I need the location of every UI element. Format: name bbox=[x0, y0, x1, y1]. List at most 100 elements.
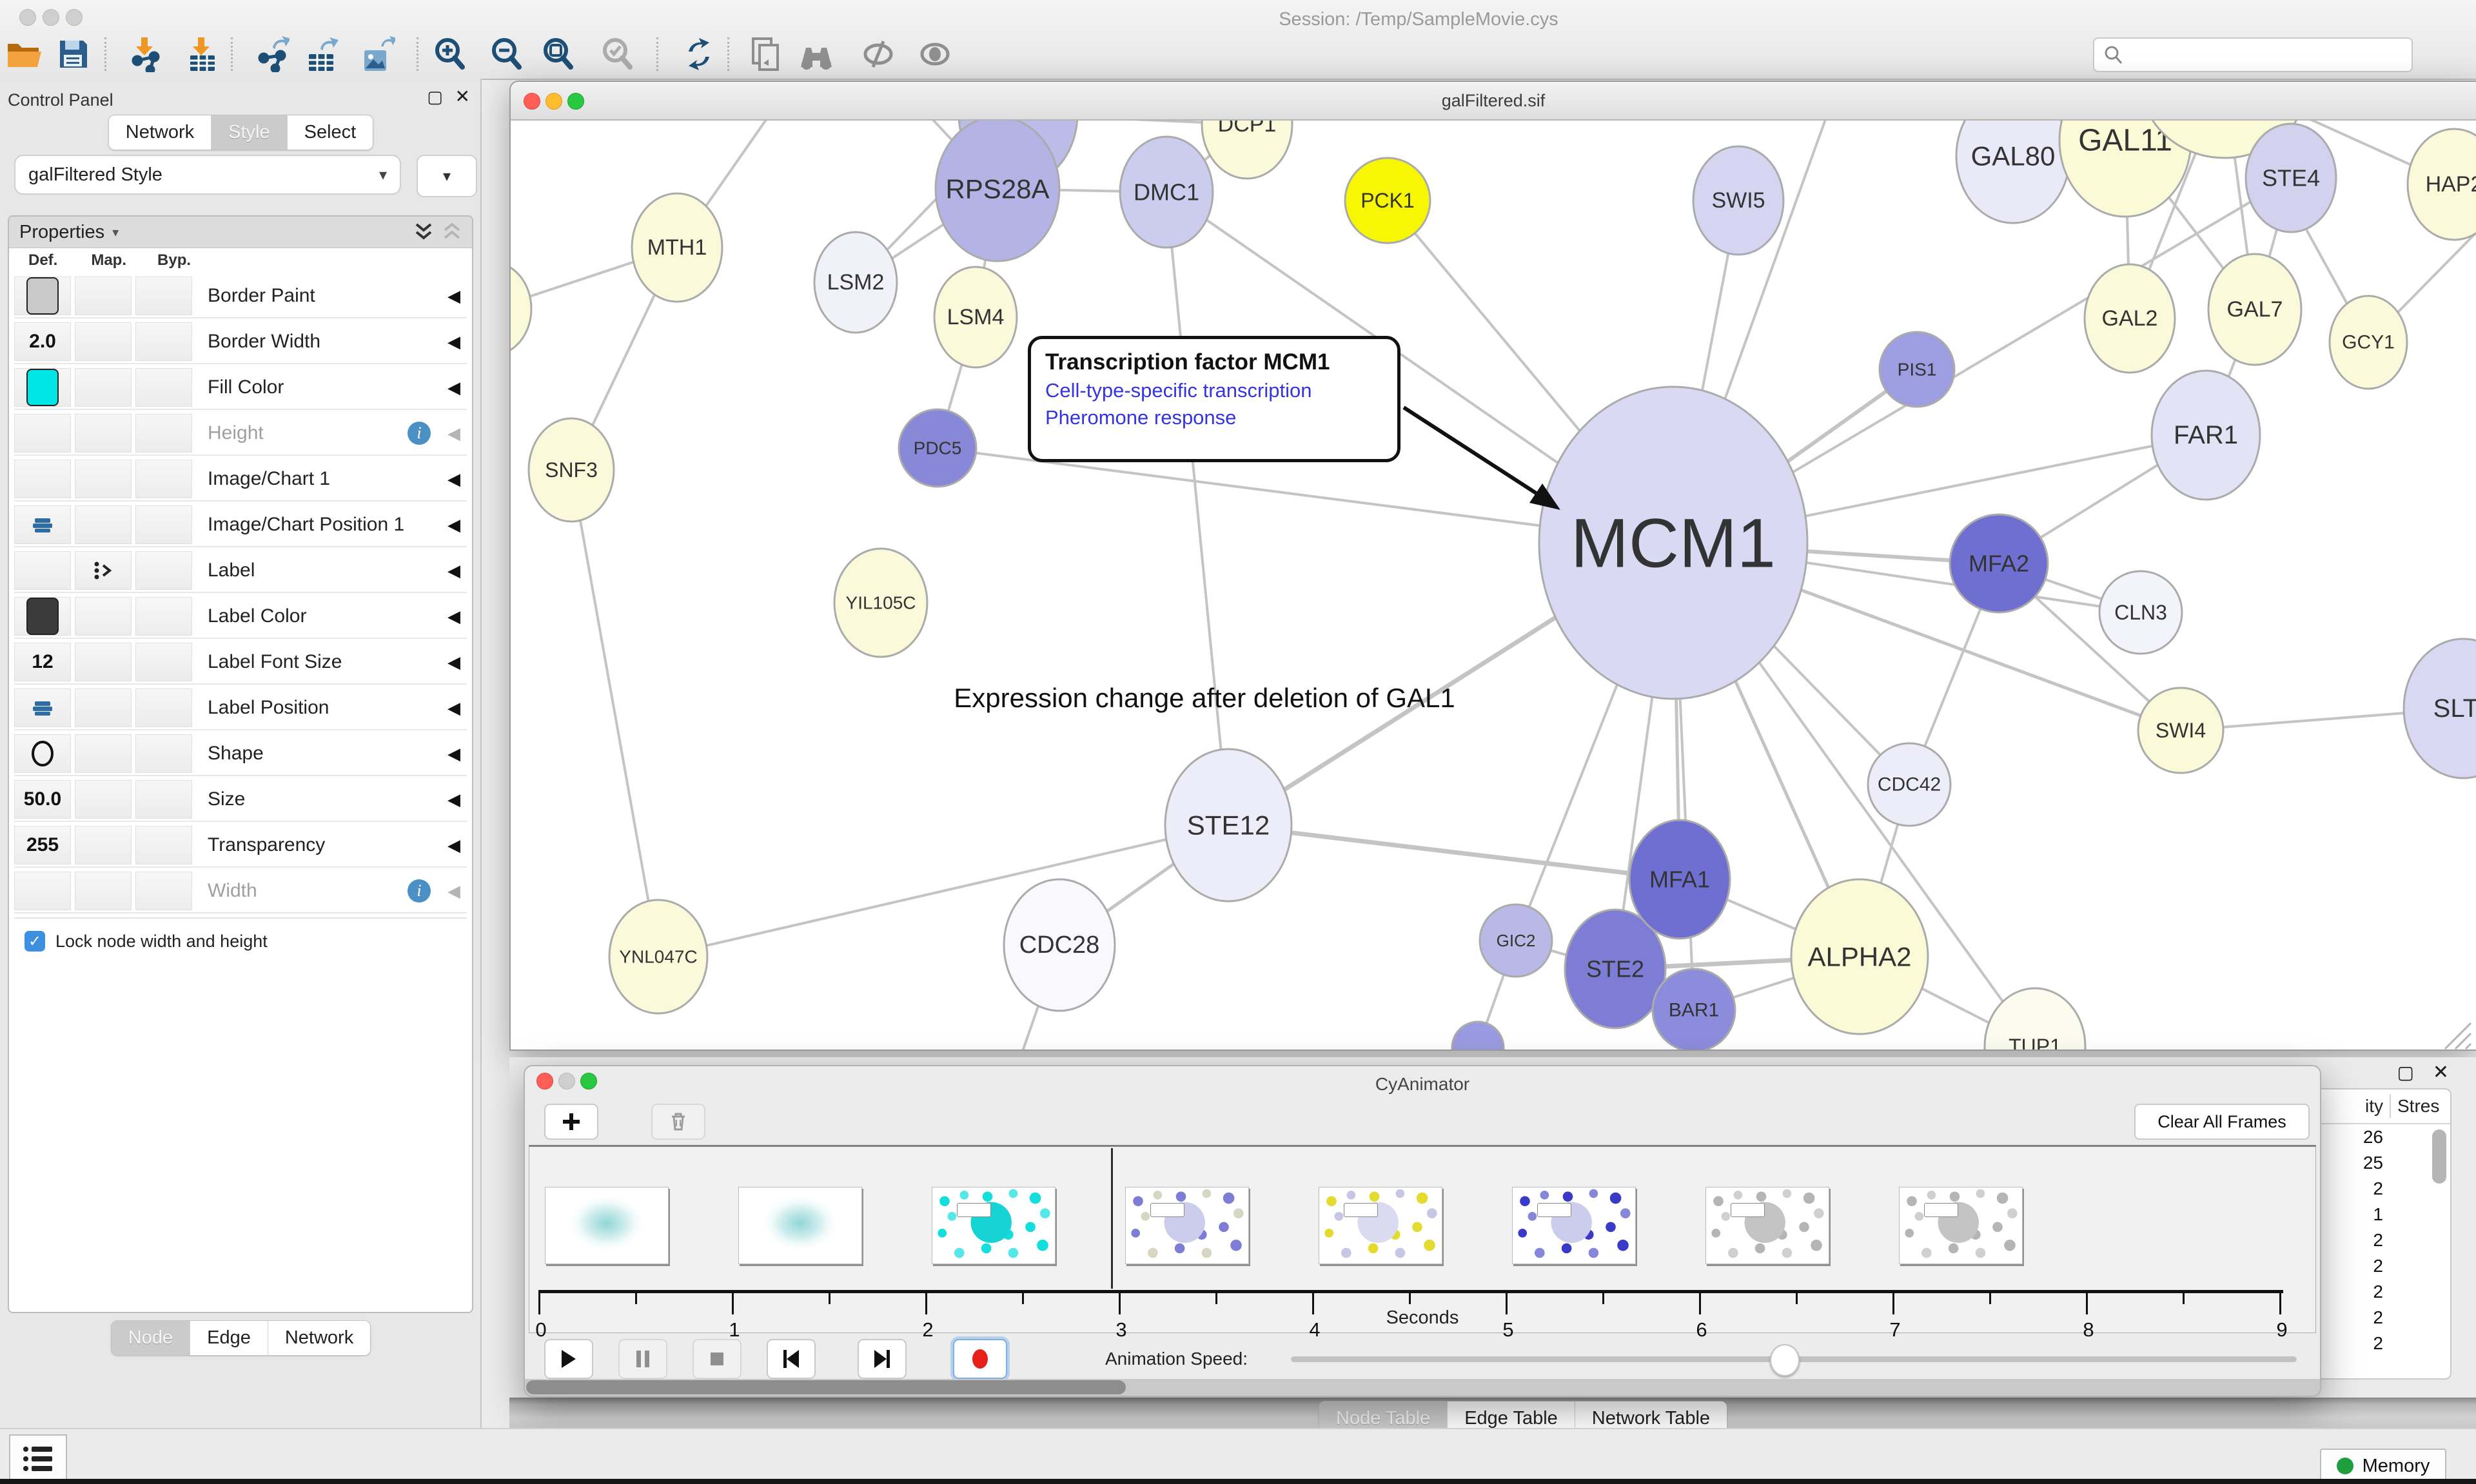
tab-network[interactable]: Network bbox=[268, 1321, 370, 1355]
table-row[interactable]: 25 bbox=[2314, 1150, 2450, 1176]
property-row-image-chart-1[interactable]: Image/Chart 1◀ bbox=[14, 458, 467, 502]
property-byp-cell[interactable] bbox=[135, 277, 192, 315]
network-edge[interactable] bbox=[571, 470, 658, 957]
property-byp-cell[interactable] bbox=[135, 368, 192, 407]
property-row-label-font-size[interactable]: 12Label Font Size◀ bbox=[14, 641, 467, 685]
expand-property-icon[interactable]: ◀ bbox=[447, 835, 460, 855]
property-row-label[interactable]: Label◀ bbox=[14, 549, 467, 593]
network-node-RPS28A[interactable]: RPS28A bbox=[936, 121, 1059, 261]
property-map-cell[interactable] bbox=[75, 368, 132, 407]
network-node-YIL105C[interactable]: YIL105C bbox=[834, 549, 927, 657]
timeline[interactable]: Seconds 0123456789 bbox=[529, 1145, 2316, 1333]
expand-property-icon[interactable]: ◀ bbox=[447, 515, 460, 535]
network-node-CLN3[interactable]: CLN3 bbox=[2099, 571, 2182, 654]
network-node-ALPHA2[interactable]: ALPHA2 bbox=[1791, 879, 1928, 1034]
network-node-DMC1[interactable]: DMC1 bbox=[1120, 137, 1213, 248]
record-button[interactable] bbox=[953, 1339, 1007, 1379]
frame-thumbnail-8[interactable] bbox=[1899, 1187, 2023, 1264]
zoom-fit-icon[interactable] bbox=[539, 35, 578, 73]
network-node-GAL7[interactable]: GAL7 bbox=[2208, 254, 2301, 365]
export-image-icon[interactable] bbox=[359, 35, 397, 73]
collapse-all-icon[interactable] bbox=[442, 222, 462, 242]
export-table-icon[interactable] bbox=[303, 35, 342, 73]
network-node-MFA2[interactable]: MFA2 bbox=[1950, 514, 2048, 612]
duplicate-view-icon[interactable] bbox=[747, 35, 785, 73]
property-map-cell[interactable] bbox=[75, 505, 132, 544]
color-swatch[interactable] bbox=[26, 277, 59, 315]
property-def-cell[interactable] bbox=[14, 551, 71, 590]
property-def-cell[interactable] bbox=[14, 734, 71, 773]
network-node-GIC2[interactable]: GIC2 bbox=[1480, 904, 1552, 977]
property-map-cell[interactable] bbox=[75, 277, 132, 315]
color-swatch[interactable] bbox=[26, 598, 59, 635]
table-row[interactable]: 1 bbox=[2314, 1202, 2450, 1227]
lock-size-checkbox[interactable]: ✓ bbox=[25, 931, 45, 952]
tab-network[interactable]: Network bbox=[109, 115, 211, 150]
frame-thumbnail-2[interactable] bbox=[738, 1187, 862, 1264]
property-map-cell[interactable] bbox=[75, 322, 132, 361]
property-byp-cell[interactable] bbox=[135, 322, 192, 361]
close-panel-icon[interactable]: ✕ bbox=[455, 88, 470, 106]
property-byp-cell[interactable] bbox=[135, 643, 192, 681]
import-table-icon[interactable] bbox=[183, 35, 222, 73]
property-byp-cell[interactable] bbox=[135, 597, 192, 636]
network-node-BAR1[interactable]: BAR1 bbox=[1653, 969, 1735, 1051]
next-frame-button[interactable] bbox=[858, 1339, 907, 1379]
property-def-cell[interactable] bbox=[14, 597, 71, 636]
timeline-playhead[interactable] bbox=[1111, 1148, 1113, 1289]
expand-property-icon[interactable]: ◀ bbox=[447, 698, 460, 718]
network-node-misc1[interactable] bbox=[1452, 1022, 1504, 1051]
table-row[interactable]: 2 bbox=[2314, 1305, 2450, 1331]
add-frame-button[interactable] bbox=[544, 1104, 598, 1140]
network-node-MTH1[interactable]: MTH1 bbox=[632, 193, 722, 302]
network-node-GAL80[interactable]: GAL80 bbox=[1956, 121, 2070, 223]
property-byp-cell[interactable] bbox=[135, 872, 192, 910]
property-def-cell[interactable]: 50.0 bbox=[14, 780, 71, 819]
property-map-cell[interactable] bbox=[75, 872, 132, 910]
property-byp-cell[interactable] bbox=[135, 551, 192, 590]
table-column-header[interactable]: ity bbox=[2314, 1096, 2383, 1117]
property-byp-cell[interactable] bbox=[135, 688, 192, 727]
network-node-leftsliver[interactable] bbox=[511, 262, 531, 355]
frame-thumbnail-7[interactable] bbox=[1705, 1187, 1829, 1264]
property-map-cell[interactable] bbox=[75, 597, 132, 636]
property-row-height[interactable]: Heighti◀ bbox=[14, 412, 467, 456]
style-options-button[interactable]: ▾ bbox=[417, 155, 477, 197]
property-def-cell[interactable] bbox=[14, 277, 71, 315]
property-def-cell[interactable] bbox=[14, 688, 71, 727]
zoom-out-icon[interactable] bbox=[487, 35, 526, 73]
network-canvas[interactable]: RPS28ADCP1DMC1PCK1MTH1LSM2LSM4SWI5GAL80G… bbox=[511, 121, 2476, 1050]
zoom-in-icon[interactable] bbox=[431, 35, 469, 73]
annotation-box[interactable]: Transcription factor MCM1 Cell-type-spec… bbox=[1028, 336, 1400, 462]
expand-property-icon[interactable]: ◀ bbox=[447, 469, 460, 489]
info-icon[interactable]: i bbox=[408, 422, 431, 445]
save-floppy-icon[interactable] bbox=[54, 35, 93, 73]
network-node-DCP1[interactable]: DCP1 bbox=[1202, 121, 1292, 179]
table-row[interactable]: 2 bbox=[2314, 1279, 2450, 1305]
show-log-button[interactable] bbox=[9, 1434, 67, 1483]
property-map-cell[interactable] bbox=[75, 688, 132, 727]
property-row-image-chart-position-1[interactable]: Image/Chart Position 1◀ bbox=[14, 503, 467, 547]
expand-property-icon[interactable]: ◀ bbox=[447, 378, 460, 398]
app-zoom-button[interactable] bbox=[66, 9, 83, 26]
expand-property-icon[interactable]: ◀ bbox=[447, 561, 460, 581]
expand-property-icon[interactable]: ◀ bbox=[447, 744, 460, 764]
eye-icon[interactable] bbox=[916, 35, 954, 73]
stop-button[interactable] bbox=[693, 1339, 742, 1379]
property-def-cell[interactable] bbox=[14, 368, 71, 407]
delete-frame-button[interactable] bbox=[651, 1104, 705, 1140]
play-button[interactable] bbox=[544, 1339, 593, 1379]
tab-style[interactable]: Style bbox=[211, 115, 286, 150]
network-edge[interactable] bbox=[1166, 192, 1228, 825]
network-node-GCY1[interactable]: GCY1 bbox=[2330, 296, 2407, 389]
expand-property-icon[interactable]: ◀ bbox=[447, 881, 460, 901]
network-node-SNF3[interactable]: SNF3 bbox=[529, 418, 614, 522]
network-node-FAR1[interactable]: FAR1 bbox=[2152, 371, 2260, 500]
expand-property-icon[interactable]: ◀ bbox=[447, 607, 460, 627]
clear-all-frames-button[interactable]: Clear All Frames bbox=[2134, 1104, 2310, 1140]
network-window-titlebar[interactable]: galFiltered.sif bbox=[511, 82, 2476, 121]
property-row-shape[interactable]: Shape◀ bbox=[14, 732, 467, 776]
annotation-link-2[interactable]: Pheromone response bbox=[1045, 406, 1383, 429]
property-row-label-position[interactable]: Label Position◀ bbox=[14, 687, 467, 730]
network-node-STE12[interactable]: STE12 bbox=[1165, 749, 1292, 901]
